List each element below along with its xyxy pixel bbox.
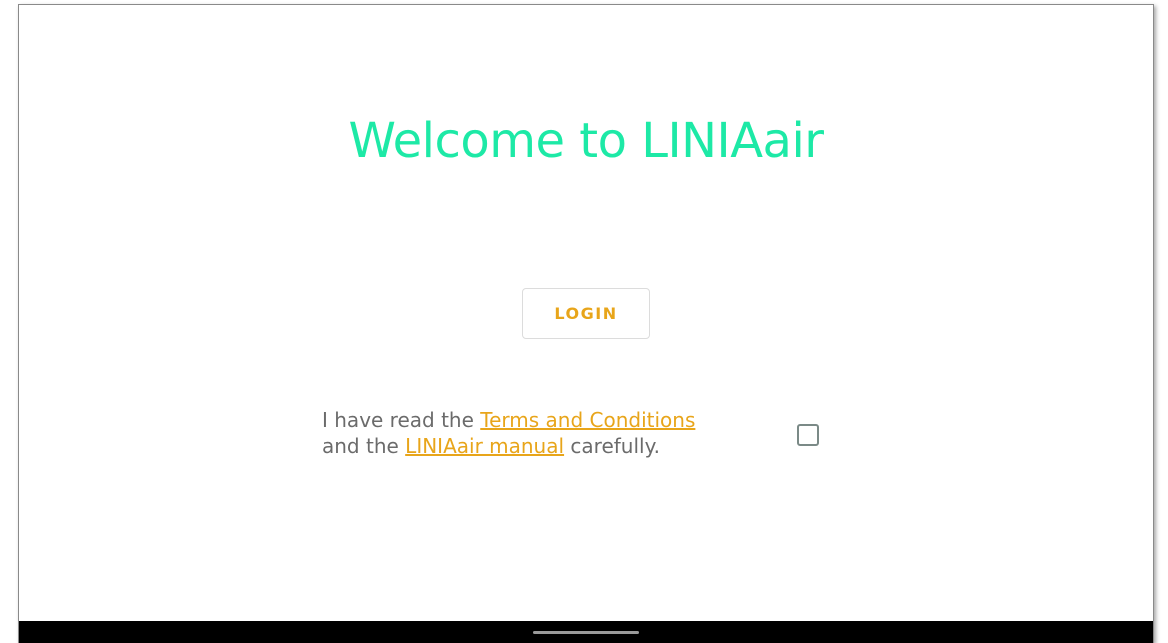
agreement-checkbox[interactable] [797,424,819,446]
app-screen: Welcome to LINIAair LOGIN I have read th… [19,5,1153,621]
terms-and-conditions-link[interactable]: Terms and Conditions [480,408,695,432]
login-button[interactable]: LOGIN [522,288,650,339]
home-gesture-handle[interactable] [533,631,639,634]
agreement-prefix: I have read the [322,408,481,432]
agreement-line-2: and the LINIAair manual carefully. [322,433,695,459]
device-frame: Welcome to LINIAair LOGIN I have read th… [18,4,1154,643]
system-navigation-bar [19,621,1153,643]
agreement-line-1: I have read the Terms and Conditions [322,407,695,433]
liniaair-manual-link[interactable]: LINIAair manual [405,434,564,458]
welcome-title: Welcome to LINIAair [348,113,824,169]
agreement-text: I have read the Terms and Conditions and… [322,407,695,459]
agreement-middle: and the [322,434,406,458]
agreement-suffix: carefully. [564,434,660,458]
